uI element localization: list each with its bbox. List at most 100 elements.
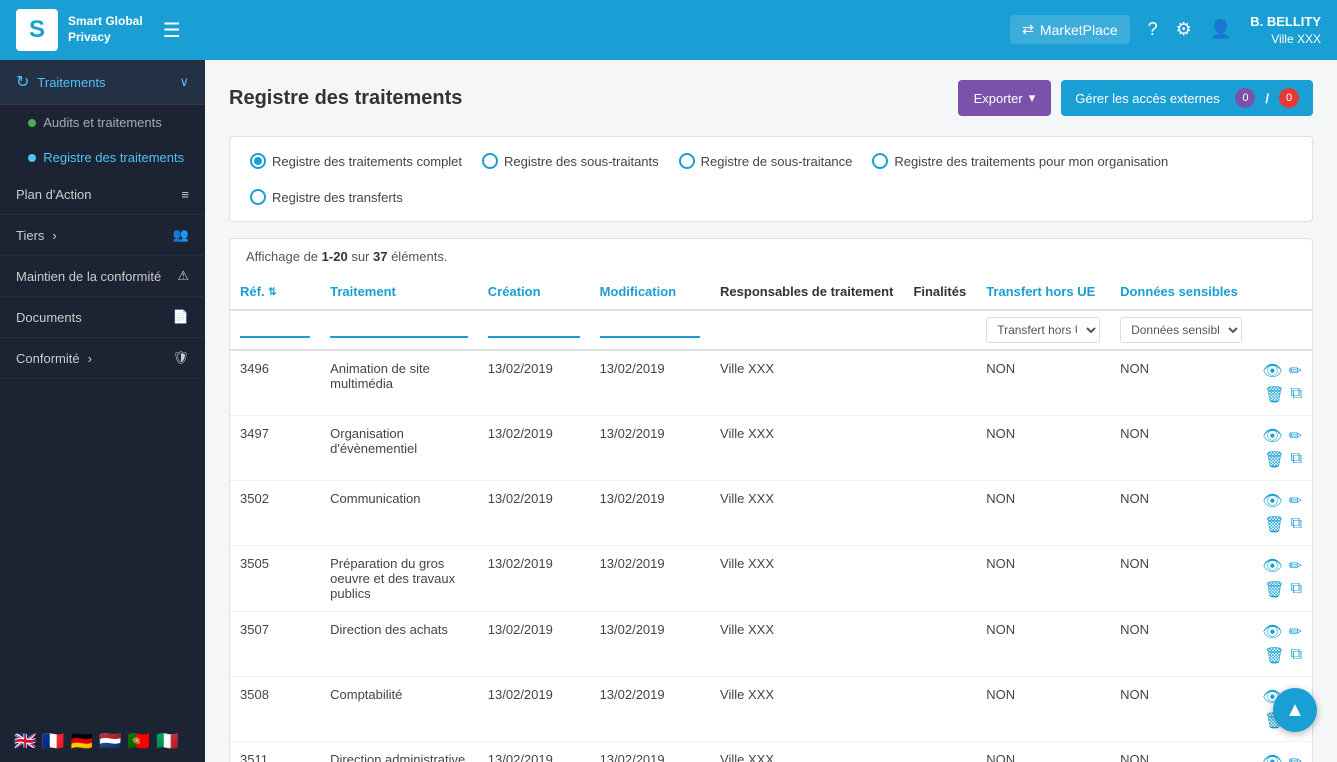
radio-complet[interactable]: Registre des traitements complet bbox=[250, 153, 462, 169]
col-traitement[interactable]: Traitement bbox=[320, 274, 478, 310]
cell-actions: 👁 ✏ 🗑 ⧉ bbox=[1252, 416, 1312, 481]
view-icon[interactable]: 👁 bbox=[1262, 426, 1282, 446]
cell-traitement: Direction des achats bbox=[320, 612, 478, 677]
sidebar-item-maintien[interactable]: Maintien de la conformité ⚠ bbox=[0, 256, 205, 297]
manage-access-button[interactable]: Gérer les accès externes 0 / 0 bbox=[1061, 80, 1313, 116]
cell-modification: 13/02/2019 bbox=[590, 350, 710, 416]
edit-icon[interactable]: ✏ bbox=[1289, 622, 1302, 642]
hamburger-icon[interactable]: ☰ bbox=[163, 18, 181, 43]
cell-donnees: NON bbox=[1110, 612, 1252, 677]
delete-icon[interactable]: 🗑 bbox=[1264, 385, 1284, 405]
cell-finalites bbox=[903, 742, 976, 762]
view-icon[interactable]: 👁 bbox=[1262, 752, 1282, 762]
filter-traitement[interactable] bbox=[330, 317, 468, 338]
table-section: Affichage de 1-20 sur 37 éléments. Réf. … bbox=[229, 238, 1313, 762]
lang-fr[interactable]: 🇫🇷 bbox=[42, 731, 64, 752]
lang-it[interactable]: 🇮🇹 bbox=[156, 731, 178, 752]
cell-finalites bbox=[903, 481, 976, 546]
cell-creation: 13/02/2019 bbox=[478, 742, 590, 762]
view-icon[interactable]: 👁 bbox=[1262, 491, 1282, 511]
table-row: 3505 Préparation du gros oeuvre et des t… bbox=[230, 546, 1312, 612]
edit-icon[interactable]: ✏ bbox=[1289, 361, 1302, 381]
table-row: 3497 Organisation d'évènementiel 13/02/2… bbox=[230, 416, 1312, 481]
sidebar-label-traitements: Traitements bbox=[37, 75, 105, 90]
cell-donnees: NON bbox=[1110, 416, 1252, 481]
cell-creation: 13/02/2019 bbox=[478, 416, 590, 481]
col-ref[interactable]: Réf. ⇅ bbox=[230, 274, 320, 310]
sidebar-item-tiers[interactable]: Tiers › 👥 bbox=[0, 215, 205, 256]
radio-transferts-circle bbox=[250, 189, 266, 205]
sidebar-label-documents: Documents bbox=[16, 310, 82, 325]
radio-complet-circle bbox=[250, 153, 266, 169]
table-row: 3507 Direction des achats 13/02/2019 13/… bbox=[230, 612, 1312, 677]
view-icon[interactable]: 👁 bbox=[1262, 622, 1282, 642]
col-actions bbox=[1252, 274, 1312, 310]
sidebar-item-registre[interactable]: Registre des traitements bbox=[0, 140, 205, 175]
edit-icon[interactable]: ✏ bbox=[1289, 556, 1302, 576]
sidebar-item-traitements[interactable]: ↻ Traitements ∨ bbox=[0, 60, 205, 105]
traitements-icon: ↻ bbox=[16, 72, 29, 92]
topnav-right: ⇄ MarketPlace ? ⚙ 👤 B. BELLITY Ville XXX bbox=[1010, 13, 1321, 48]
gear-icon[interactable]: ⚙ bbox=[1176, 19, 1192, 40]
cell-creation: 13/02/2019 bbox=[478, 677, 590, 742]
copy-icon[interactable]: ⧉ bbox=[1291, 580, 1302, 600]
cell-modification: 13/02/2019 bbox=[590, 481, 710, 546]
user-icon[interactable]: 👤 bbox=[1210, 19, 1232, 40]
logo-letter: S bbox=[29, 16, 45, 44]
edit-icon[interactable]: ✏ bbox=[1289, 752, 1302, 762]
badge-left: 0 bbox=[1235, 88, 1255, 108]
copy-icon[interactable]: ⧉ bbox=[1291, 385, 1302, 405]
sidebar-item-conformite[interactable]: Conformité › 🛡 bbox=[0, 338, 205, 379]
cell-transfert: NON bbox=[976, 481, 1110, 546]
radio-group: Registre des traitements complet Registr… bbox=[250, 153, 1292, 205]
copy-icon[interactable]: ⧉ bbox=[1291, 515, 1302, 535]
cell-actions: 👁 ✏ 🗑 ⧉ bbox=[1252, 612, 1312, 677]
radio-sous-traitants[interactable]: Registre des sous-traitants bbox=[482, 153, 659, 169]
sidebar-item-documents[interactable]: Documents 📄 bbox=[0, 297, 205, 338]
filter-transfert[interactable]: Transfert hors UE NON OUI bbox=[986, 317, 1100, 343]
cell-modification: 13/02/2019 bbox=[590, 546, 710, 612]
view-icon[interactable]: 👁 bbox=[1262, 361, 1282, 381]
table-row: 3502 Communication 13/02/2019 13/02/2019… bbox=[230, 481, 1312, 546]
sidebar-item-plan[interactable]: Plan d'Action ≡ bbox=[0, 175, 205, 215]
radio-organisation[interactable]: Registre des traitements pour mon organi… bbox=[872, 153, 1168, 169]
edit-icon[interactable]: ✏ bbox=[1289, 491, 1302, 511]
page-title: Registre des traitements bbox=[229, 87, 462, 110]
cell-finalites bbox=[903, 612, 976, 677]
col-modification[interactable]: Modification bbox=[590, 274, 710, 310]
filter-creation[interactable] bbox=[488, 317, 580, 338]
filter-ref[interactable] bbox=[240, 317, 310, 338]
cell-finalites bbox=[903, 677, 976, 742]
cell-creation: 13/02/2019 bbox=[478, 612, 590, 677]
sidebar-item-audits[interactable]: Audits et traitements bbox=[0, 105, 205, 140]
copy-icon[interactable]: ⧉ bbox=[1291, 450, 1302, 470]
help-icon[interactable]: ? bbox=[1148, 19, 1158, 40]
delete-icon[interactable]: 🗑 bbox=[1264, 580, 1284, 600]
radio-sous-traitance[interactable]: Registre de sous-traitance bbox=[679, 153, 853, 169]
edit-icon[interactable]: ✏ bbox=[1289, 426, 1302, 446]
col-transfert[interactable]: Transfert hors UE bbox=[976, 274, 1110, 310]
lang-nl[interactable]: 🇳🇱 bbox=[99, 731, 121, 752]
filter-donnees[interactable]: Données sensibles NON OUI bbox=[1120, 317, 1242, 343]
chevron-traitements: ∨ bbox=[179, 74, 189, 90]
copy-icon[interactable]: ⧉ bbox=[1291, 646, 1302, 666]
lang-en[interactable]: 🇬🇧 bbox=[14, 731, 36, 752]
view-icon[interactable]: 👁 bbox=[1262, 556, 1282, 576]
lang-de[interactable]: 🇩🇪 bbox=[71, 731, 93, 752]
cell-responsables: Ville XXX bbox=[710, 416, 903, 481]
layout: ↻ Traitements ∨ Audits et traitements Re… bbox=[0, 60, 1337, 762]
cell-traitement: Comptabilité bbox=[320, 677, 478, 742]
sidebar-label-maintien: Maintien de la conformité bbox=[16, 269, 161, 284]
scroll-to-top-button[interactable]: ▲ bbox=[1273, 688, 1317, 732]
filter-modification[interactable] bbox=[600, 317, 700, 338]
lang-pt[interactable]: 🇵🇹 bbox=[128, 731, 150, 752]
export-button[interactable]: Exporter ▾ bbox=[958, 80, 1052, 116]
delete-icon[interactable]: 🗑 bbox=[1264, 646, 1284, 666]
col-donnees[interactable]: Données sensibles bbox=[1110, 274, 1252, 310]
radio-transferts[interactable]: Registre des transferts bbox=[250, 189, 403, 205]
marketplace-button[interactable]: ⇄ MarketPlace bbox=[1010, 15, 1130, 44]
radio-organisation-circle bbox=[872, 153, 888, 169]
delete-icon[interactable]: 🗑 bbox=[1264, 450, 1284, 470]
delete-icon[interactable]: 🗑 bbox=[1264, 515, 1284, 535]
col-creation[interactable]: Création bbox=[478, 274, 590, 310]
